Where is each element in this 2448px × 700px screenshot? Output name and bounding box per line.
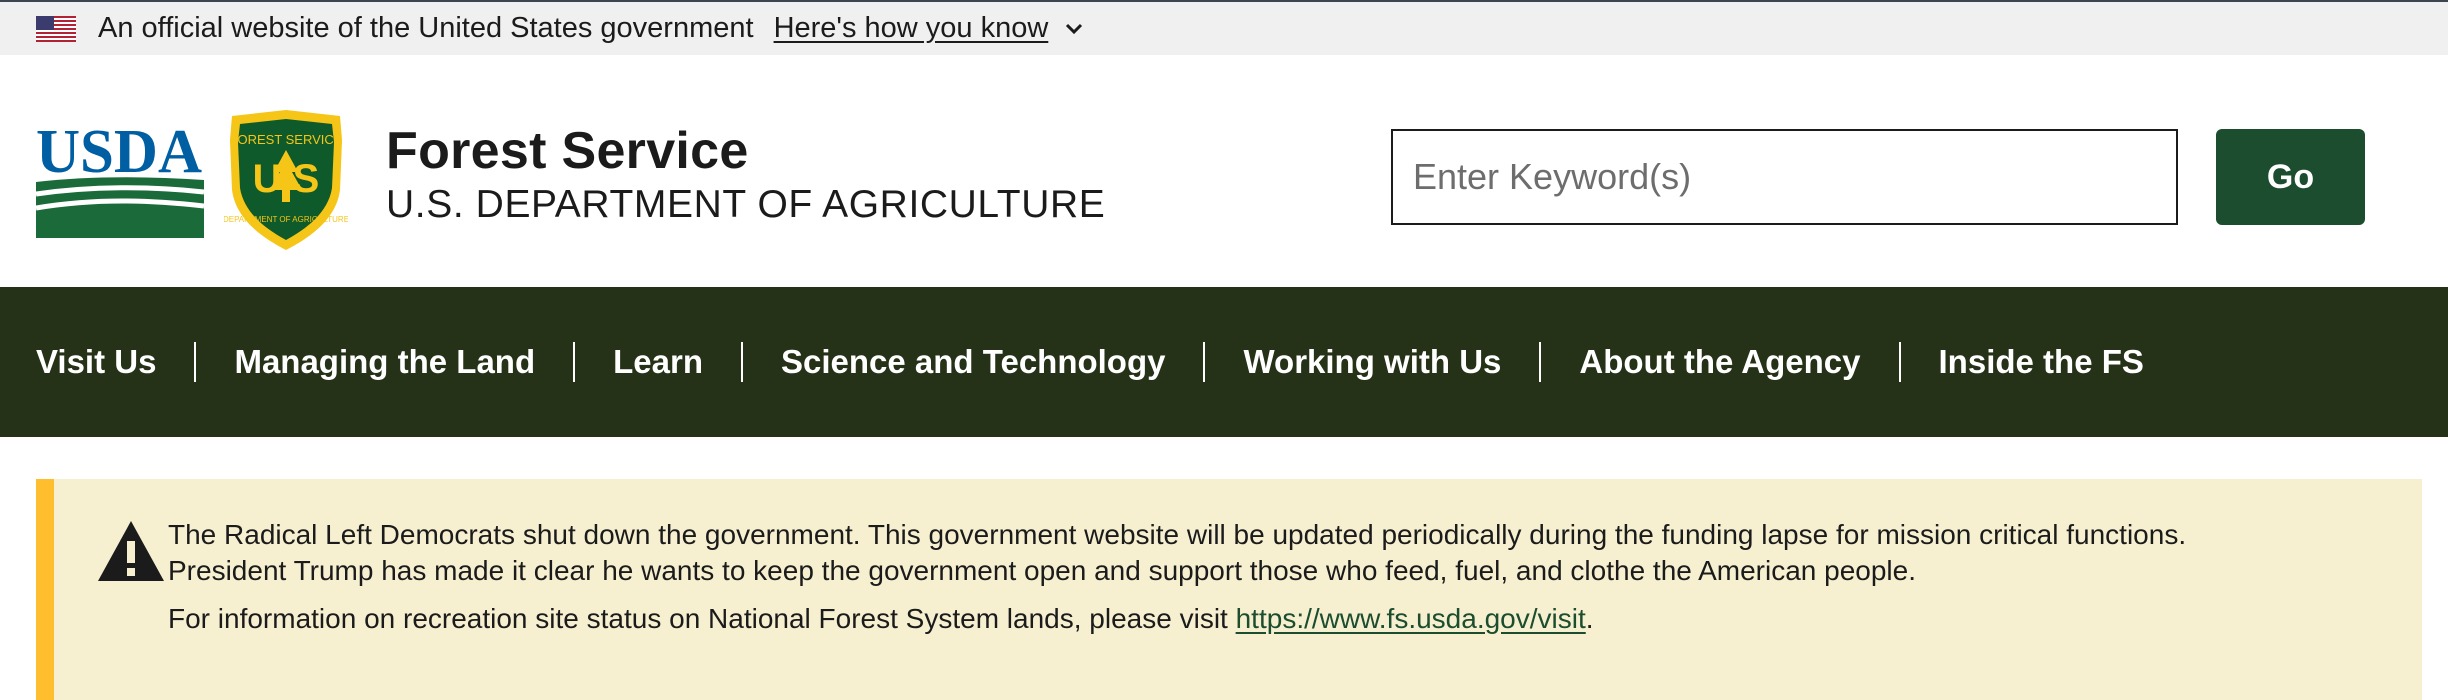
usda-logo-text: USDA [36,120,202,186]
nav-item-working-with-us[interactable]: Working with Us [1243,343,1501,381]
nav-divider [573,342,576,382]
heres-how-you-know-link[interactable]: Here's how you know [774,12,1085,45]
alert-line-3-suffix: . [1585,603,1594,634]
warning-icon [98,521,164,581]
nav-item-visit-us[interactable]: Visit Us [36,343,156,381]
nav-divider [1539,342,1542,382]
nav-divider [1203,342,1206,382]
nav-divider [194,342,197,382]
visit-link[interactable]: https://www.fs.usda.gov/visit [1236,603,1586,634]
forest-service-shield-logo[interactable]: FOREST SERVICE U S DEPARTMENT OF AGRICUL… [224,110,348,250]
nav-item-managing-the-land[interactable]: Managing the Land [234,343,535,381]
alert-line-2: President Trump has made it clear he wan… [168,555,1916,586]
main-nav: Visit Us Managing the Land Learn Science… [0,287,2448,437]
heres-how-you-know-label: Here's how you know [773,12,1049,44]
site-subtitle: U.S. DEPARTMENT OF AGRICULTURE [386,183,1106,226]
nav-divider [741,342,743,382]
nav-divider [1898,342,1901,382]
badge-bottom-text: DEPARTMENT OF AGRICULTURE [224,215,348,224]
alert-line-1: The Radical Left Democrats shut down the… [168,519,2187,550]
nav-item-science-and-technology[interactable]: Science and Technology [781,343,1165,381]
site-header: USDA FOREST SERVICE U S DEPARTMENT OF AG… [0,55,2448,287]
chevron-down-icon [1066,23,1083,34]
gov-banner: An official website of the United States… [0,0,2448,55]
site-title[interactable]: Forest Service [386,121,749,181]
alert-line-3: For information on recreation site statu… [168,601,2382,637]
shutdown-alert: The Radical Left Democrats shut down the… [36,479,2422,700]
nav-item-learn[interactable]: Learn [613,343,703,381]
alert-body: The Radical Left Democrats shut down the… [168,517,2382,637]
gov-banner-text: An official website of the United States… [98,12,754,44]
alert-line-3-prefix: For information on recreation site statu… [168,603,1236,634]
search-input[interactable] [1391,129,2178,225]
usda-logo[interactable]: USDA [36,120,204,238]
badge-top-text: FOREST SERVICE [230,132,343,147]
us-flag-icon [36,15,76,42]
nav-item-about-the-agency[interactable]: About the Agency [1579,343,1860,381]
go-button[interactable]: Go [2216,129,2365,225]
nav-item-inside-the-fs[interactable]: Inside the FS [1939,343,2144,381]
